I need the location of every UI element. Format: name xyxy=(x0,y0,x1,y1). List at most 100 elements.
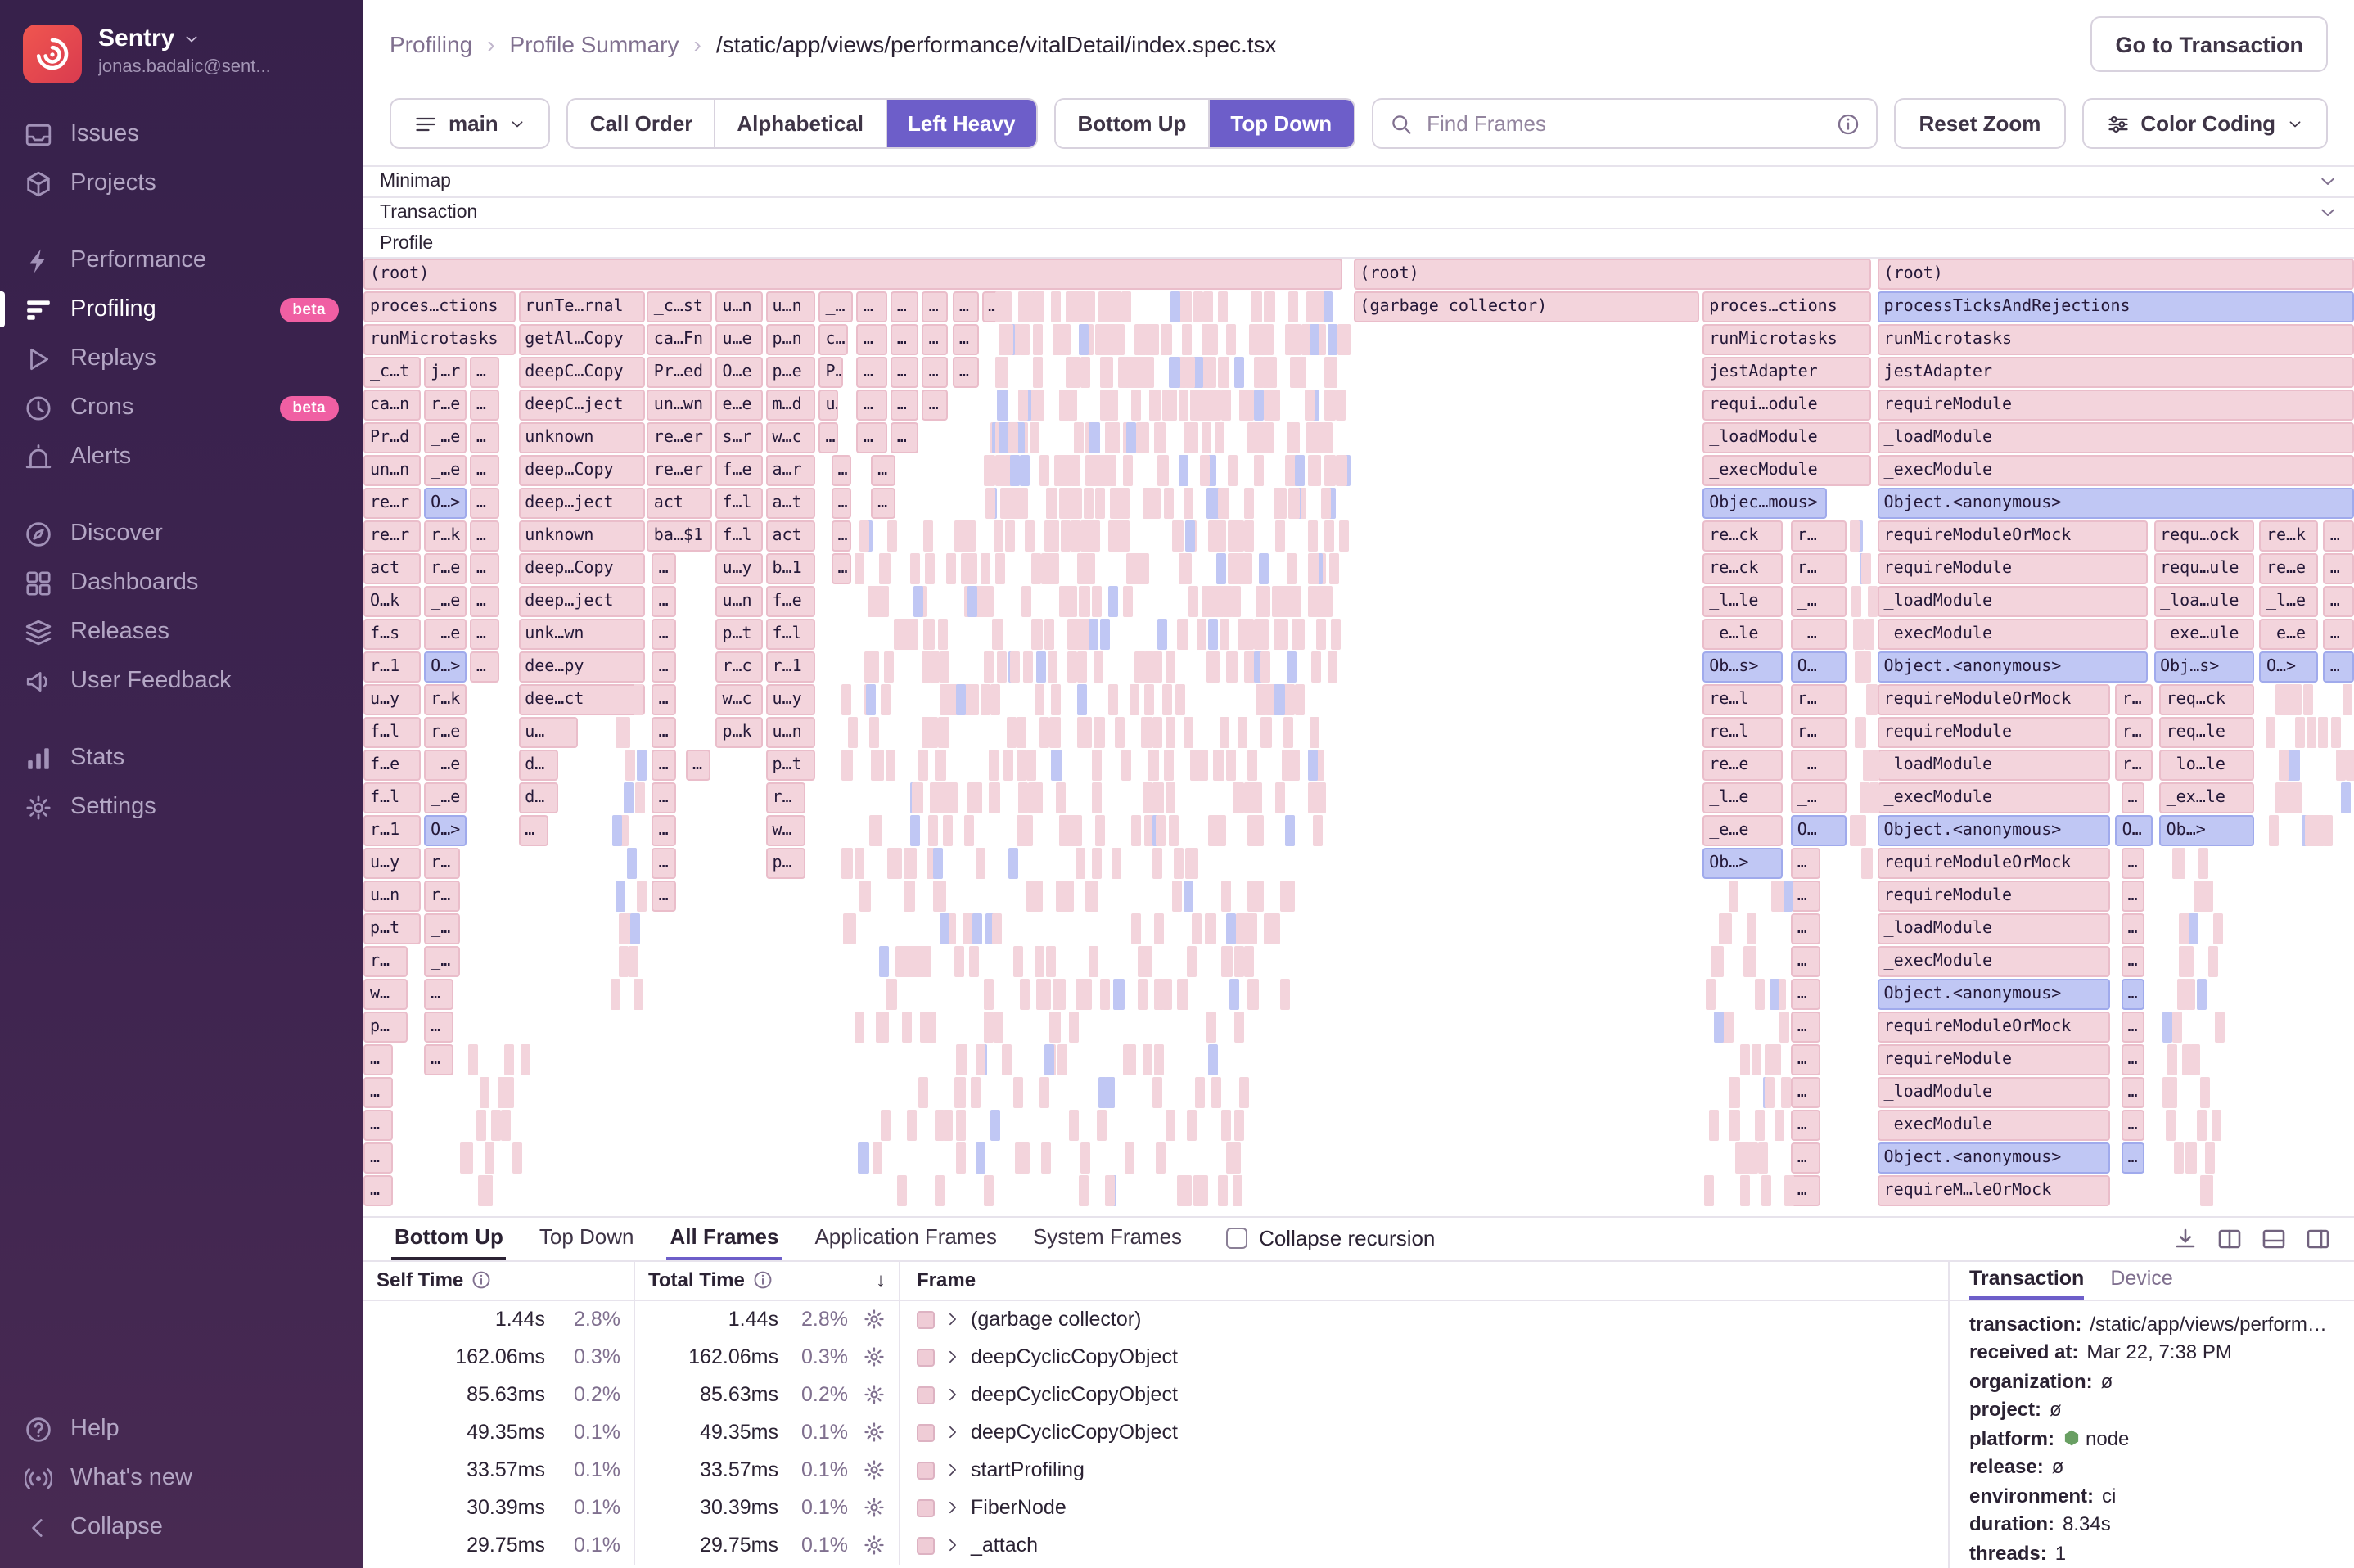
flame-frame[interactable]: … xyxy=(1790,1077,1821,1108)
flame-frame[interactable] xyxy=(1291,619,1304,650)
flame-frame[interactable] xyxy=(927,815,938,846)
flame-frame[interactable] xyxy=(994,553,1005,584)
flame-frame[interactable]: … xyxy=(2121,1142,2145,1174)
gear-icon[interactable] xyxy=(863,1458,886,1481)
flame-frame[interactable] xyxy=(976,1044,986,1075)
flame-frame[interactable] xyxy=(1144,684,1155,715)
flame-frame[interactable] xyxy=(1030,553,1041,584)
flame-frame[interactable] xyxy=(1032,357,1044,388)
flame-frame[interactable] xyxy=(1020,1142,1030,1174)
flamegraph[interactable]: (root) (root) (root) proces…ctions runTe…rna… xyxy=(363,259,2354,1215)
flame-frame[interactable] xyxy=(1284,455,1295,486)
flame-frame[interactable] xyxy=(1156,1142,1166,1174)
flame-frame[interactable] xyxy=(1260,717,1272,748)
flame-frame[interactable] xyxy=(2177,979,2188,1010)
sidebar-footer-collapse[interactable]: Collapse xyxy=(0,1503,363,1552)
flame-frame[interactable] xyxy=(1019,979,1030,1010)
flame-frame[interactable] xyxy=(1286,553,1297,584)
flame-frame[interactable] xyxy=(1260,651,1271,683)
flame-frame[interactable]: r…1 xyxy=(363,815,422,846)
flame-frame[interactable] xyxy=(1126,422,1137,453)
flame-frame[interactable] xyxy=(971,1077,981,1108)
flame-frame[interactable] xyxy=(1118,488,1130,519)
flame-frame[interactable] xyxy=(1046,946,1057,977)
flame-frame[interactable] xyxy=(1315,619,1326,650)
flame-frame[interactable] xyxy=(940,684,950,715)
flame-frame[interactable] xyxy=(1331,619,1342,650)
flame-frame[interactable]: _… xyxy=(818,291,853,322)
flame-frame[interactable] xyxy=(1312,815,1323,846)
flame-frame[interactable] xyxy=(967,586,978,617)
flame-frame[interactable]: … xyxy=(2121,1012,2145,1043)
go-to-transaction-button[interactable]: Go to Transaction xyxy=(2090,16,2328,72)
flame-frame[interactable]: unknown xyxy=(518,520,645,552)
sidebar-item-projects[interactable]: Projects xyxy=(0,159,363,208)
flame-frame[interactable]: requireModuleOrMock xyxy=(1877,848,2110,879)
flame-frame[interactable]: re…l xyxy=(1702,717,1784,748)
flame-frame[interactable] xyxy=(1001,1044,1012,1075)
flame-frame[interactable] xyxy=(2318,717,2328,748)
flame-frame[interactable] xyxy=(897,1175,908,1206)
flame-frame[interactable] xyxy=(913,586,924,617)
flame-frame[interactable] xyxy=(1069,1110,1080,1141)
flame-frame[interactable] xyxy=(1121,291,1131,322)
flame-frame[interactable] xyxy=(1747,1142,1758,1174)
flame-frame[interactable] xyxy=(1219,619,1229,650)
flame-frame[interactable]: runMicrotasks xyxy=(1702,324,1871,355)
flame-frame[interactable] xyxy=(927,1012,936,1043)
flame-frame[interactable] xyxy=(1774,881,1784,912)
flame-frame[interactable] xyxy=(1329,553,1340,584)
flame-frame[interactable] xyxy=(1869,750,1879,781)
flame-frame[interactable]: … xyxy=(424,979,454,1010)
flame-frame[interactable] xyxy=(1136,324,1147,355)
flame-frame[interactable]: _… xyxy=(424,946,460,977)
flame-frame[interactable]: deep…Copy xyxy=(518,455,645,486)
flame-frame[interactable] xyxy=(963,815,974,846)
flame-frame[interactable] xyxy=(1198,1175,1209,1206)
flame-frame[interactable] xyxy=(1770,979,1780,1010)
flame-frame[interactable] xyxy=(1182,324,1193,355)
flame-frame[interactable]: … xyxy=(952,357,979,388)
flame-frame[interactable]: … xyxy=(424,1012,454,1043)
flame-frame[interactable]: e…e xyxy=(715,390,763,421)
flame-frame[interactable] xyxy=(1089,422,1101,453)
flame-frame[interactable] xyxy=(1068,1012,1079,1043)
flame-frame[interactable]: … xyxy=(652,586,676,617)
flame-frame[interactable]: Obj…s> xyxy=(2153,651,2254,683)
flame-frame[interactable] xyxy=(476,1110,486,1141)
flame-frame[interactable] xyxy=(956,684,967,715)
flame-frame[interactable] xyxy=(1177,979,1189,1010)
flame-frame[interactable] xyxy=(611,815,622,846)
flame-frame[interactable] xyxy=(615,881,625,912)
flame-frame[interactable] xyxy=(1294,455,1304,486)
flame-frame[interactable] xyxy=(1296,357,1306,388)
expand-icon[interactable] xyxy=(945,1386,961,1403)
flame-frame[interactable]: jestAdapter xyxy=(1877,357,2354,388)
flame-frame[interactable] xyxy=(897,946,910,977)
flame-frame[interactable]: O…> xyxy=(424,815,467,846)
minimap-section-header[interactable]: Minimap xyxy=(363,165,2354,196)
flame-frame[interactable] xyxy=(629,946,639,977)
flame-frame[interactable] xyxy=(2183,946,2194,977)
flame-frame[interactable] xyxy=(965,520,976,552)
flame-frame[interactable]: … xyxy=(1790,1044,1821,1075)
flame-frame[interactable]: _…e xyxy=(424,619,467,650)
flame-frame[interactable]: O…> xyxy=(424,651,467,683)
flame-frame[interactable]: unk…wn xyxy=(518,619,645,650)
flame-frame[interactable] xyxy=(1089,455,1100,486)
flame-frame[interactable] xyxy=(1067,651,1078,683)
tab-top-down[interactable]: Top Down xyxy=(536,1217,638,1259)
flame-frame[interactable] xyxy=(1247,881,1257,912)
flame-frame[interactable] xyxy=(1252,782,1263,813)
flame-frame[interactable] xyxy=(2167,1044,2178,1075)
flame-frame[interactable] xyxy=(1005,520,1016,552)
flame-frame[interactable]: _execModule xyxy=(1877,619,2148,650)
flame-frame[interactable] xyxy=(2198,848,2209,879)
flame-frame[interactable]: j…r xyxy=(424,357,467,388)
flame-frame[interactable]: … xyxy=(652,750,676,781)
flame-frame[interactable]: O…> xyxy=(2259,651,2318,683)
flame-frame[interactable] xyxy=(1084,553,1094,584)
flame-frame[interactable]: _…e xyxy=(424,422,467,453)
flame-frame[interactable] xyxy=(1071,455,1081,486)
flame-frame[interactable]: requireModuleOrMock xyxy=(1877,684,2110,715)
